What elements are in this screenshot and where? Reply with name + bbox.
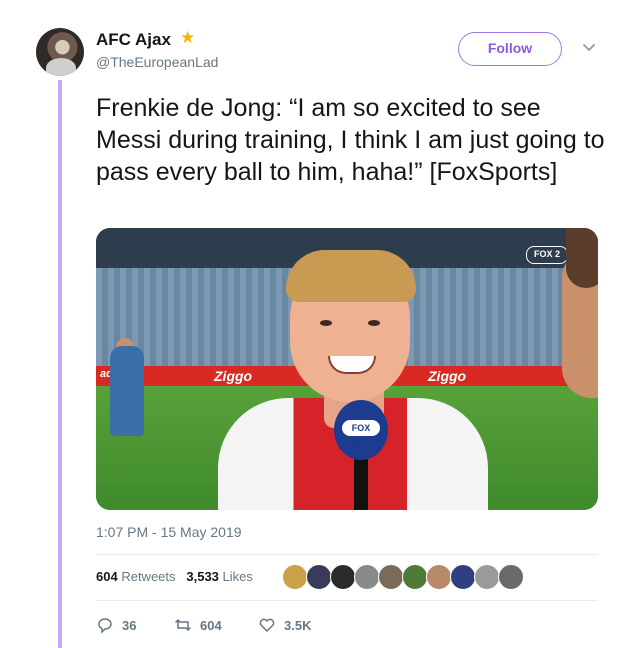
tweet-timestamp[interactable]: 1:07 PM - 15 May 2019 [96, 524, 242, 540]
author-handle[interactable]: @TheEuropeanLad [96, 54, 218, 70]
tweet-text: Frenkie de Jong: “I am so excited to see… [96, 94, 605, 186]
reply-button[interactable]: 36 [96, 614, 136, 636]
like-count: 3.5K [284, 617, 312, 633]
microphone-handle [354, 452, 368, 510]
microphone-label: FOX SPORTS [342, 420, 380, 449]
chevron-down-icon[interactable] [580, 38, 598, 56]
liker-avatar[interactable] [378, 564, 404, 590]
retweets-stat[interactable]: 604 Retweets [96, 569, 176, 584]
channel-logo: FOX 2 [526, 246, 568, 264]
likes-stat[interactable]: 3,533 Likes [186, 569, 253, 584]
shooting-star-icon: ★ [180, 28, 196, 47]
author-name[interactable]: AFC Ajax [96, 30, 171, 50]
follow-button[interactable]: Follow [458, 32, 562, 66]
retweets-label: Retweets [121, 569, 176, 584]
tweet-stats: 604 Retweets 3,533 Likes [96, 569, 253, 584]
tweet-actions: 36 604 3.5K [96, 614, 356, 636]
liker-avatar[interactable] [402, 564, 428, 590]
tweet-media-image[interactable]: FOX 2 adidas Ziggo Ziggo FOX SPORTS [96, 228, 598, 510]
avatar[interactable] [36, 28, 84, 76]
retweet-count: 604 [200, 617, 222, 633]
retweet-icon [175, 618, 191, 632]
liker-avatar[interactable] [498, 564, 524, 590]
thread-line [58, 80, 62, 648]
likes-count: 3,533 [186, 569, 219, 584]
reply-count: 36 [122, 617, 137, 633]
likes-label: Likes [222, 569, 253, 584]
player-hair [286, 250, 416, 302]
liker-avatar[interactable] [474, 564, 500, 590]
liker-avatar[interactable] [330, 564, 356, 590]
divider [96, 554, 598, 555]
liker-avatar[interactable] [450, 564, 476, 590]
reply-icon [98, 618, 112, 634]
liker-avatar[interactable] [282, 564, 308, 590]
background-person [110, 346, 144, 436]
retweet-button[interactable]: 604 [174, 614, 222, 636]
liker-avatar[interactable] [426, 564, 452, 590]
divider [96, 600, 598, 601]
player-eye [368, 320, 380, 326]
player-eye [320, 320, 332, 326]
interviewer-hair [566, 228, 598, 288]
liker-avatar[interactable] [354, 564, 380, 590]
liker-avatar[interactable] [306, 564, 332, 590]
ad-board-text: Ziggo [214, 368, 253, 384]
ad-board-text: Ziggo [428, 368, 467, 384]
heart-icon [259, 618, 275, 632]
retweets-count: 604 [96, 569, 118, 584]
like-button[interactable]: 3.5K [258, 614, 311, 636]
